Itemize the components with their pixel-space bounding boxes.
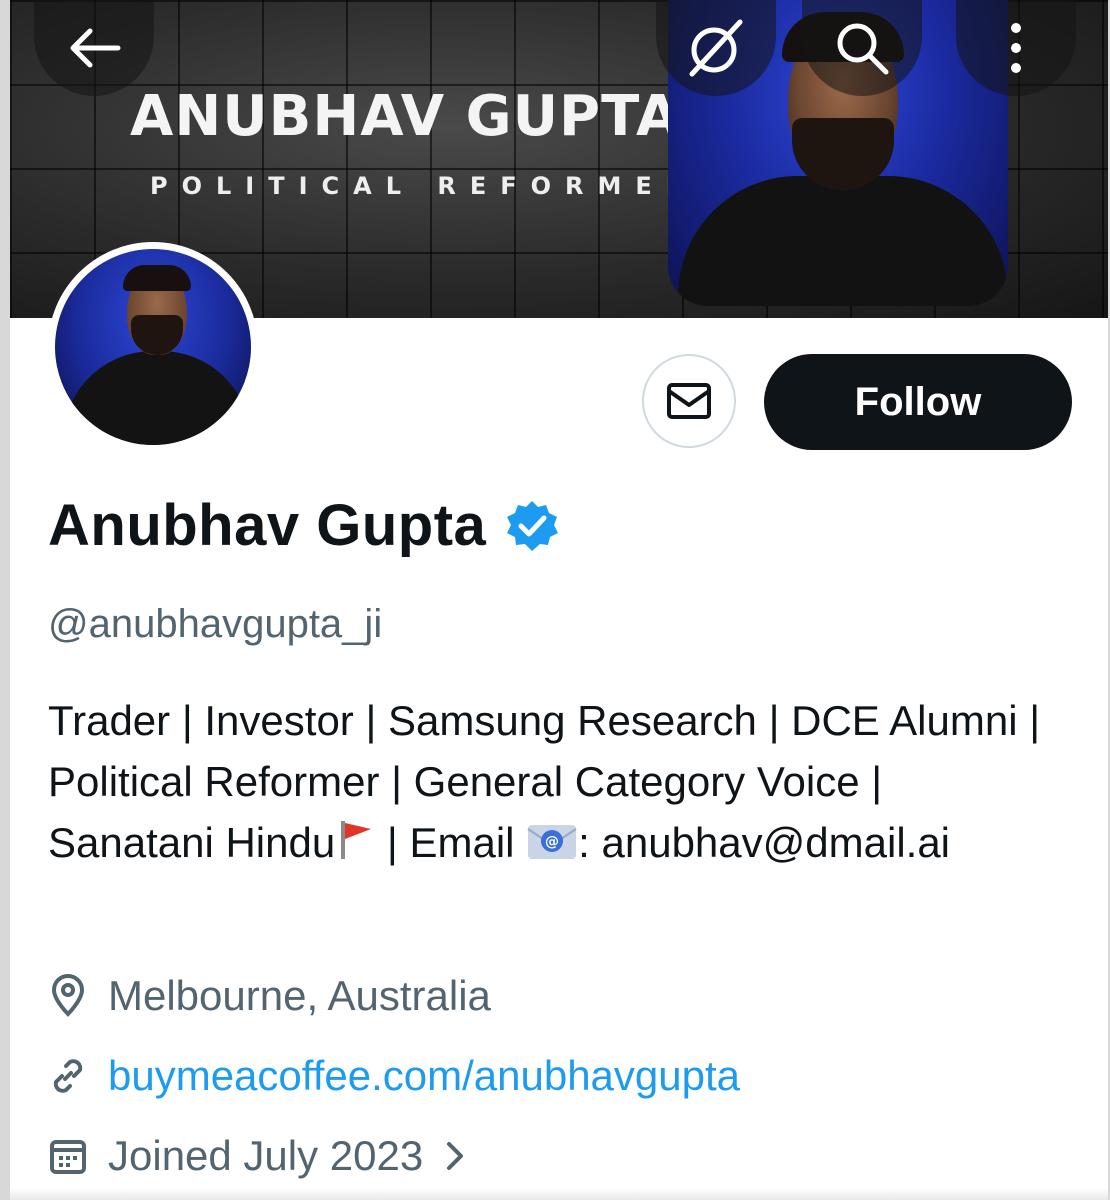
- banner-subtitle: POLITICAL REFORMER: [150, 172, 699, 200]
- back-arrow-icon: [70, 28, 121, 68]
- envelope-icon: [667, 383, 711, 419]
- profile-screen: ANUBHAV GUPTA POLITICAL REFORMER Follow …: [10, 0, 1108, 1200]
- link-icon: [53, 1059, 83, 1093]
- location-row: Melbourne, Australia: [48, 972, 491, 1020]
- website-row: buymeacoffee.com/anubhavgupta: [48, 1052, 740, 1100]
- bio-text-email-label: | Email: [375, 819, 527, 866]
- svg-text:@: @: [545, 834, 559, 850]
- joined-row[interactable]: Joined July 2023: [48, 1132, 467, 1180]
- avatar-image: [55, 249, 251, 445]
- display-name-row: Anubhav Gupta: [48, 492, 560, 559]
- chevron-right-icon: [447, 1142, 464, 1170]
- search-icon: [837, 23, 889, 75]
- red-flag-icon: [341, 821, 372, 859]
- display-name: Anubhav Gupta: [48, 493, 487, 558]
- message-button[interactable]: [642, 354, 736, 448]
- banner-title: ANUBHAV GUPTA: [130, 84, 681, 149]
- location-pin-icon: [51, 974, 85, 1017]
- location-text: Melbourne, Australia: [108, 972, 491, 1019]
- website-link[interactable]: buymeacoffee.com/anubhavgupta: [108, 1052, 740, 1100]
- grok-icon: [689, 19, 743, 77]
- follow-button[interactable]: Follow: [764, 354, 1072, 450]
- more-vertical-icon: [1011, 23, 1021, 73]
- bottom-edge: [10, 1188, 1108, 1200]
- profile-bio: Trader | Investor | Samsung Research | D…: [48, 690, 1058, 873]
- verified-badge-icon[interactable]: [504, 498, 560, 554]
- avatar[interactable]: [48, 242, 258, 452]
- email-envelope-icon: @: [527, 825, 577, 859]
- user-handle: @anubhavgupta_ji: [48, 602, 383, 646]
- joined-date: Joined July 2023: [108, 1132, 424, 1179]
- calendar-icon: [50, 1140, 86, 1174]
- bio-text-email: : anubhav@dmail.ai: [578, 819, 951, 866]
